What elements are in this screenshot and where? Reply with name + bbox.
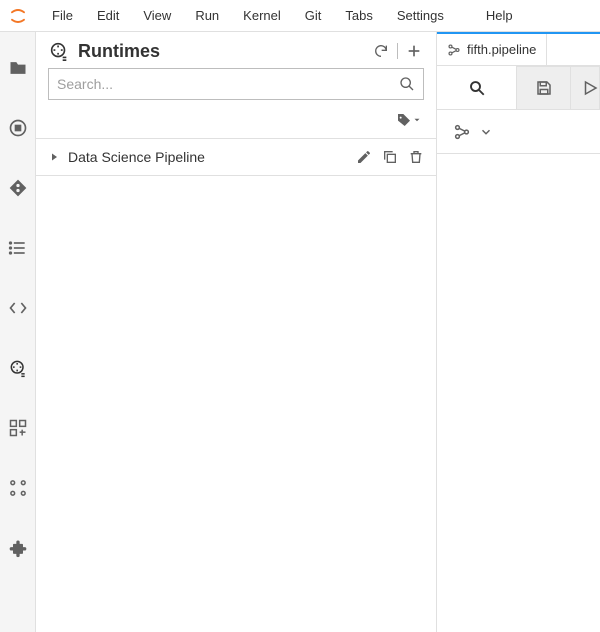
git-icon[interactable]	[0, 158, 36, 218]
toolbar-search-icon[interactable]	[468, 79, 486, 97]
expand-caret-icon[interactable]	[48, 151, 60, 163]
search-input[interactable]	[57, 76, 399, 92]
run-pipeline-button[interactable]	[581, 79, 599, 97]
file-browser-icon[interactable]	[0, 38, 36, 98]
search-box	[48, 68, 424, 100]
menu-edit[interactable]: Edit	[85, 2, 131, 29]
delete-button[interactable]	[408, 149, 424, 165]
runtimes-title-icon	[48, 40, 70, 62]
tab-bar: fifth.pipeline	[437, 34, 600, 66]
runtimes-icon[interactable]	[0, 338, 36, 398]
pipeline-file-icon	[447, 43, 461, 57]
running-terminals-icon[interactable]	[0, 98, 36, 158]
menu-file[interactable]: File	[40, 2, 85, 29]
divider	[397, 43, 398, 59]
edit-button[interactable]	[356, 149, 372, 165]
list-item[interactable]: Data Science Pipeline	[36, 139, 436, 176]
component-catalog-icon[interactable]	[0, 458, 36, 518]
add-button[interactable]	[404, 41, 424, 61]
tag-filter-button[interactable]	[396, 112, 422, 128]
panel-title: Runtimes	[78, 41, 160, 62]
tab-pipeline[interactable]: fifth.pipeline	[437, 34, 547, 65]
menu-run[interactable]: Run	[183, 2, 231, 29]
pipeline-components-icon[interactable]	[0, 398, 36, 458]
save-button[interactable]	[535, 79, 553, 97]
menu-git[interactable]: Git	[293, 2, 334, 29]
search-icon[interactable]	[399, 76, 415, 92]
palette-bar	[437, 110, 600, 154]
duplicate-button[interactable]	[382, 149, 398, 165]
pipeline-canvas[interactable]	[437, 154, 600, 632]
menu-view[interactable]: View	[131, 2, 183, 29]
runtimes-list: Data Science Pipeline	[36, 138, 436, 176]
menu-tabs[interactable]: Tabs	[333, 2, 384, 29]
runtime-label: Data Science Pipeline	[68, 149, 205, 165]
palette-dropdown-icon[interactable]	[479, 125, 493, 139]
jupyter-logo	[8, 6, 28, 26]
editor-toolbar	[437, 66, 600, 110]
tab-label: fifth.pipeline	[467, 42, 536, 57]
menu-kernel[interactable]: Kernel	[231, 2, 293, 29]
main-menu: File Edit View Run Kernel Git Tabs Setti…	[40, 2, 525, 29]
menu-settings[interactable]: Settings	[385, 2, 456, 29]
toc-icon[interactable]	[0, 218, 36, 278]
extension-manager-icon[interactable]	[0, 518, 36, 578]
editor-area: fifth.pipeline	[437, 32, 600, 632]
palette-nodes-icon[interactable]	[453, 123, 471, 141]
refresh-button[interactable]	[371, 41, 391, 61]
activity-bar	[0, 32, 36, 632]
menu-help[interactable]: Help	[474, 2, 525, 29]
code-snippets-icon[interactable]	[0, 278, 36, 338]
runtimes-panel: Runtimes	[36, 32, 437, 632]
